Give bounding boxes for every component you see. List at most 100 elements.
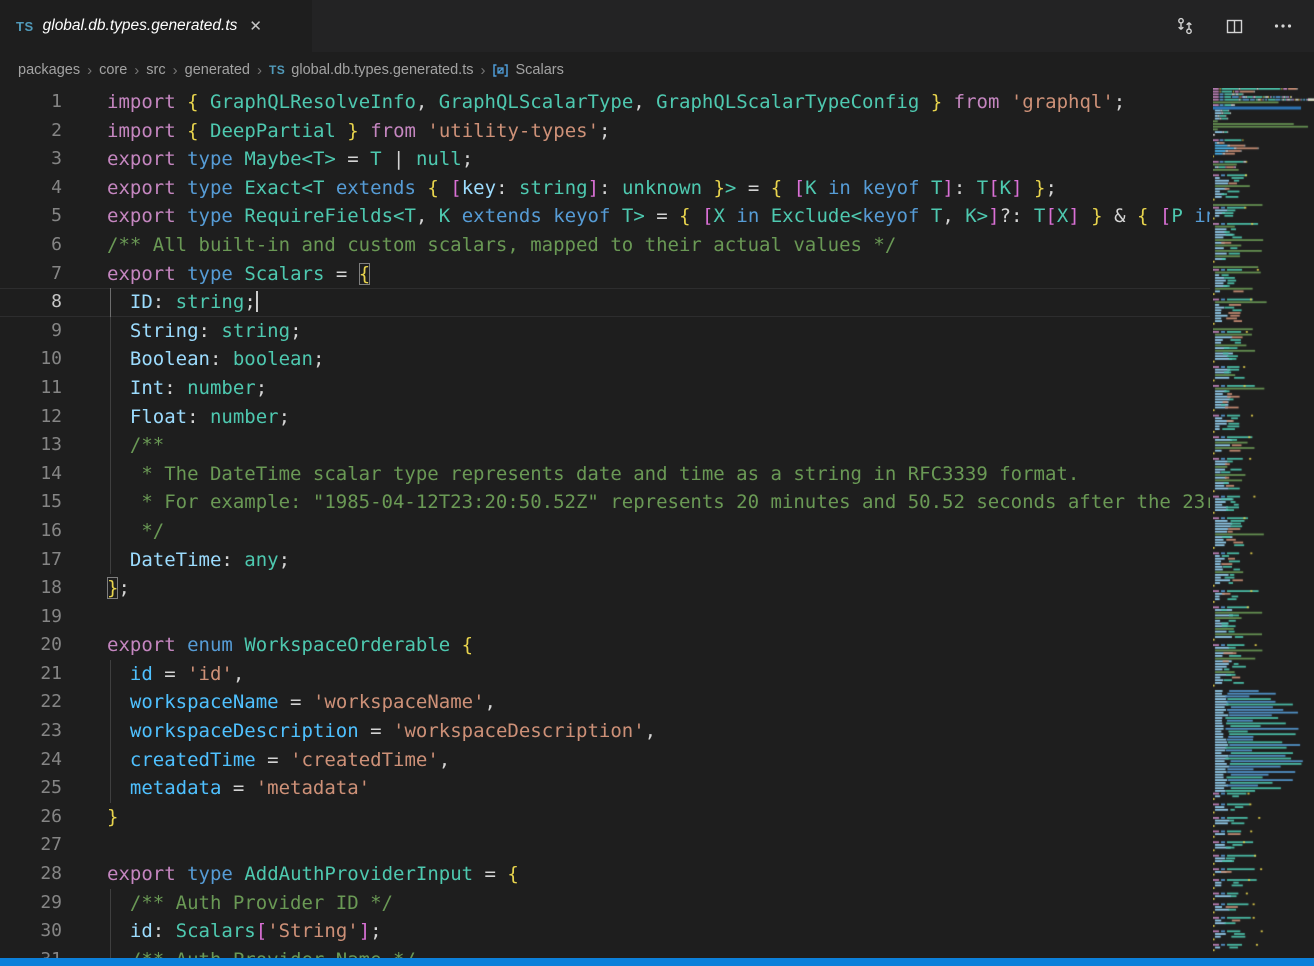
code-text: id = 'id', bbox=[107, 660, 244, 689]
code-line[interactable]: 22 workspaceName = 'workspaceName', bbox=[0, 688, 1210, 717]
code-line[interactable]: 24 createdTime = 'createdTime', bbox=[0, 746, 1210, 775]
code-line[interactable]: 23 workspaceDescription = 'workspaceDesc… bbox=[0, 717, 1210, 746]
line-number[interactable]: 24 bbox=[0, 746, 62, 775]
text-cursor bbox=[256, 291, 258, 312]
code-line[interactable]: 4 export type Exact<T extends { [key: str… bbox=[0, 174, 1210, 203]
code-line[interactable]: 28export type AddAuthProviderInput = { bbox=[0, 860, 1210, 889]
code-line[interactable]: 27 bbox=[0, 831, 1210, 860]
code-text: export type RequireFields<T, K extends k… bbox=[107, 202, 1210, 231]
code-line[interactable]: 17 DateTime: any; bbox=[0, 546, 1210, 575]
code-editor[interactable]: 1 import { GraphQLResolveInfo, GraphQLSca… bbox=[0, 88, 1210, 966]
line-number[interactable]: 17 bbox=[0, 546, 62, 575]
code-line[interactable]: 11 Int: number; bbox=[0, 374, 1210, 403]
line-number[interactable]: 14 bbox=[0, 460, 62, 489]
line-number[interactable]: 10 bbox=[0, 345, 62, 374]
line-number[interactable]: 26 bbox=[0, 803, 62, 832]
line-number[interactable]: 16 bbox=[0, 517, 62, 546]
code-text: export type Exact<T extends { [key: stri… bbox=[107, 174, 1057, 203]
breadcrumb-item-packages[interactable]: packages bbox=[18, 62, 80, 78]
line-number[interactable]: 11 bbox=[0, 374, 62, 403]
code-line[interactable]: 5 export type RequireFields<T, K extends … bbox=[0, 202, 1210, 231]
tab-close-icon[interactable]: ✕ bbox=[249, 19, 262, 34]
breadcrumb-label: src bbox=[146, 62, 165, 78]
line-number[interactable]: 1 bbox=[0, 88, 62, 117]
line-number[interactable]: 12 bbox=[0, 403, 62, 432]
line-number[interactable]: 25 bbox=[0, 774, 62, 803]
type-symbol-icon bbox=[492, 63, 509, 78]
line-number[interactable]: 23 bbox=[0, 717, 62, 746]
line-number[interactable]: 6 bbox=[0, 231, 62, 260]
code-line[interactable]: 6 /** All built-in and custom scalars, ma… bbox=[0, 231, 1210, 260]
code-text: import { GraphQLResolveInfo, GraphQLScal… bbox=[107, 88, 1125, 117]
line-number[interactable]: 15 bbox=[0, 488, 62, 517]
code-line[interactable]: 14 * The DateTime scalar type represents… bbox=[0, 460, 1210, 489]
code-line[interactable]: 15 * For example: "1985-04-12T23:20:50.5… bbox=[0, 488, 1210, 517]
line-number[interactable]: 3 bbox=[0, 145, 62, 174]
line-number[interactable]: 28 bbox=[0, 860, 62, 889]
line-number[interactable]: 7 bbox=[0, 260, 62, 289]
line-number[interactable]: 13 bbox=[0, 431, 62, 460]
more-actions-icon[interactable] bbox=[1272, 15, 1294, 37]
open-changes-icon[interactable] bbox=[1174, 15, 1196, 37]
line-number[interactable]: 22 bbox=[0, 688, 62, 717]
code-text: Boolean: boolean; bbox=[107, 345, 324, 374]
code-line[interactable]: 26} bbox=[0, 803, 1210, 832]
line-number[interactable]: 21 bbox=[0, 660, 62, 689]
line-number[interactable]: 20 bbox=[0, 631, 62, 660]
code-text: * For example: "1985-04-12T23:20:50.52Z"… bbox=[107, 488, 1210, 517]
line-number[interactable]: 19 bbox=[0, 603, 62, 632]
breadcrumb-item-src[interactable]: src bbox=[146, 62, 165, 78]
code-text: workspaceDescription = 'workspaceDescrip… bbox=[107, 717, 656, 746]
breadcrumb-label: global.db.types.generated.ts bbox=[291, 62, 473, 78]
typescript-file-icon: TS bbox=[16, 19, 34, 34]
breadcrumb-item-global-db-types-generated-ts[interactable]: TSglobal.db.types.generated.ts bbox=[269, 62, 474, 78]
code-text: id: Scalars['String']; bbox=[107, 917, 382, 946]
code-line[interactable]: 9 String: string; bbox=[0, 317, 1210, 346]
breadcrumb-label: packages bbox=[18, 62, 80, 78]
code-line[interactable]: 7export type Scalars = { bbox=[0, 260, 1210, 289]
code-text: metadata = 'metadata' bbox=[107, 774, 370, 803]
code-text: import { DeepPartial } from 'utility-typ… bbox=[107, 117, 610, 146]
code-line[interactable]: 12 Float: number; bbox=[0, 403, 1210, 432]
code-line[interactable]: 2 import { DeepPartial } from 'utility-ty… bbox=[0, 117, 1210, 146]
code-line[interactable]: 1 import { GraphQLResolveInfo, GraphQLSca… bbox=[0, 88, 1210, 117]
breadcrumb-separator: › bbox=[257, 62, 262, 79]
line-number[interactable]: 9 bbox=[0, 317, 62, 346]
breadcrumb-separator: › bbox=[173, 62, 178, 79]
code-line[interactable]: 8 ID: string; bbox=[0, 288, 1210, 317]
code-line[interactable]: 16 */ bbox=[0, 517, 1210, 546]
code-line[interactable]: 10 Boolean: boolean; bbox=[0, 345, 1210, 374]
line-number[interactable]: 4 bbox=[0, 174, 62, 203]
breadcrumb-label: generated bbox=[185, 62, 250, 78]
tab-global-db-types-generated[interactable]: TS global.db.types.generated.ts ✕ bbox=[0, 0, 312, 52]
line-number[interactable]: 5 bbox=[0, 202, 62, 231]
line-number[interactable]: 18 bbox=[0, 574, 62, 603]
breadcrumb-item-generated[interactable]: generated bbox=[185, 62, 250, 78]
code-line[interactable]: 30 id: Scalars['String']; bbox=[0, 917, 1210, 946]
breadcrumb-label: Scalars bbox=[515, 62, 563, 78]
minimap[interactable] bbox=[1213, 88, 1314, 966]
breadcrumb-item-core[interactable]: core bbox=[99, 62, 127, 78]
code-text: workspaceName = 'workspaceName', bbox=[107, 688, 496, 717]
code-line[interactable]: 19 bbox=[0, 603, 1210, 632]
code-line[interactable]: 20export enum WorkspaceOrderable { bbox=[0, 631, 1210, 660]
code-text: ID: string; bbox=[107, 288, 258, 317]
breadcrumb-item-scalars[interactable]: Scalars bbox=[492, 62, 563, 78]
code-line[interactable]: 3export type Maybe<T> = T | null; bbox=[0, 145, 1210, 174]
line-number[interactable]: 2 bbox=[0, 117, 62, 146]
code-text: /** All built-in and custom scalars, map… bbox=[107, 231, 896, 260]
code-line[interactable]: 21 id = 'id', bbox=[0, 660, 1210, 689]
code-text: /** Auth Provider ID */ bbox=[107, 889, 393, 918]
code-line[interactable]: 25 metadata = 'metadata' bbox=[0, 774, 1210, 803]
code-line[interactable]: 18}; bbox=[0, 574, 1210, 603]
code-line[interactable]: 13 /** bbox=[0, 431, 1210, 460]
code-text: /** bbox=[107, 431, 164, 460]
line-number[interactable]: 30 bbox=[0, 917, 62, 946]
code-line[interactable]: 29 /** Auth Provider ID */ bbox=[0, 889, 1210, 918]
line-number[interactable]: 8 bbox=[0, 288, 62, 317]
split-editor-icon[interactable] bbox=[1223, 15, 1245, 37]
line-number[interactable]: 29 bbox=[0, 889, 62, 918]
code-text: DateTime: any; bbox=[107, 546, 290, 575]
line-number[interactable]: 27 bbox=[0, 831, 62, 860]
editor-actions bbox=[1174, 0, 1314, 52]
